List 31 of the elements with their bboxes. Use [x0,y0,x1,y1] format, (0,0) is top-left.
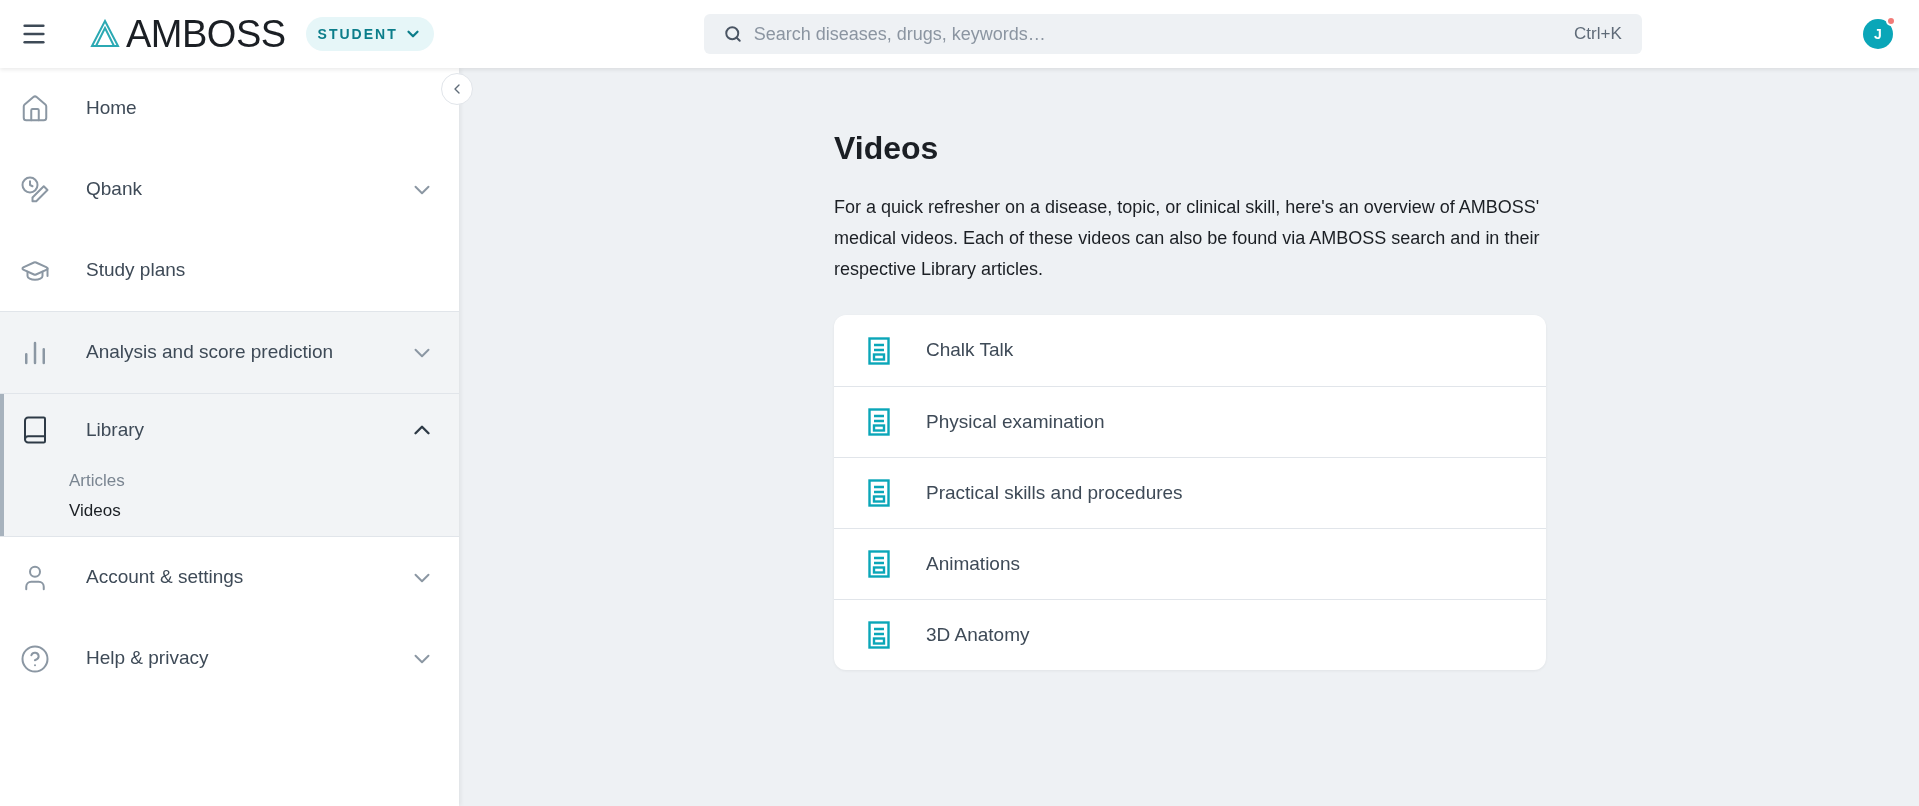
sidebar-item[interactable]: Help & privacy [0,618,459,699]
sidebar-item[interactable]: Study plans [0,230,459,311]
sidebar-item[interactable]: Account & settings [0,537,459,618]
shortcut-hint: Ctrl+K [1574,23,1622,46]
search-input[interactable]: Search diseases, drugs, keywords… [753,20,1574,48]
clock-pencil-icon [20,174,50,205]
document-icon [868,621,890,649]
category-item[interactable]: 3D Anatomy [834,599,1546,670]
role-dropdown[interactable]: STUDENT [305,17,434,51]
search-field[interactable]: Search diseases, drugs, keywords… Ctrl+K [703,14,1642,54]
sidebar-subitem[interactable]: Videos [69,496,121,526]
sidebar-subitem[interactable]: Articles [69,466,125,496]
sidebar-item[interactable]: Qbank [0,149,459,230]
category-item[interactable]: Practical skills and procedures [834,457,1546,528]
category-item[interactable]: Animations [834,528,1546,599]
sidebar-item[interactable]: Home [0,68,459,149]
logo-wordmark: AMBOSS [126,15,286,53]
document-icon [868,479,890,507]
sidebar-item[interactable]: Library [0,394,459,466]
document-icon [868,336,890,365]
logo-icon [90,19,120,49]
document-icon [868,550,890,578]
document-icon [868,408,890,436]
search-icon [723,25,742,43]
sidebar-item[interactable]: Analysis and score prediction [0,312,459,393]
category-item[interactable]: Physical examination [834,386,1546,457]
home-icon [20,93,50,124]
page-title: Videos [834,129,940,168]
help-icon [20,643,50,674]
category-item[interactable]: Chalk Talk [834,315,1546,386]
intro-paragraph: For a quick refresher on a disease, topic, or clinical skill, here's an overview of AMBOSS' medical videos. Each of these videos can also be found via AMBOSS search and in their respective Library articles. [834,196,1541,281]
